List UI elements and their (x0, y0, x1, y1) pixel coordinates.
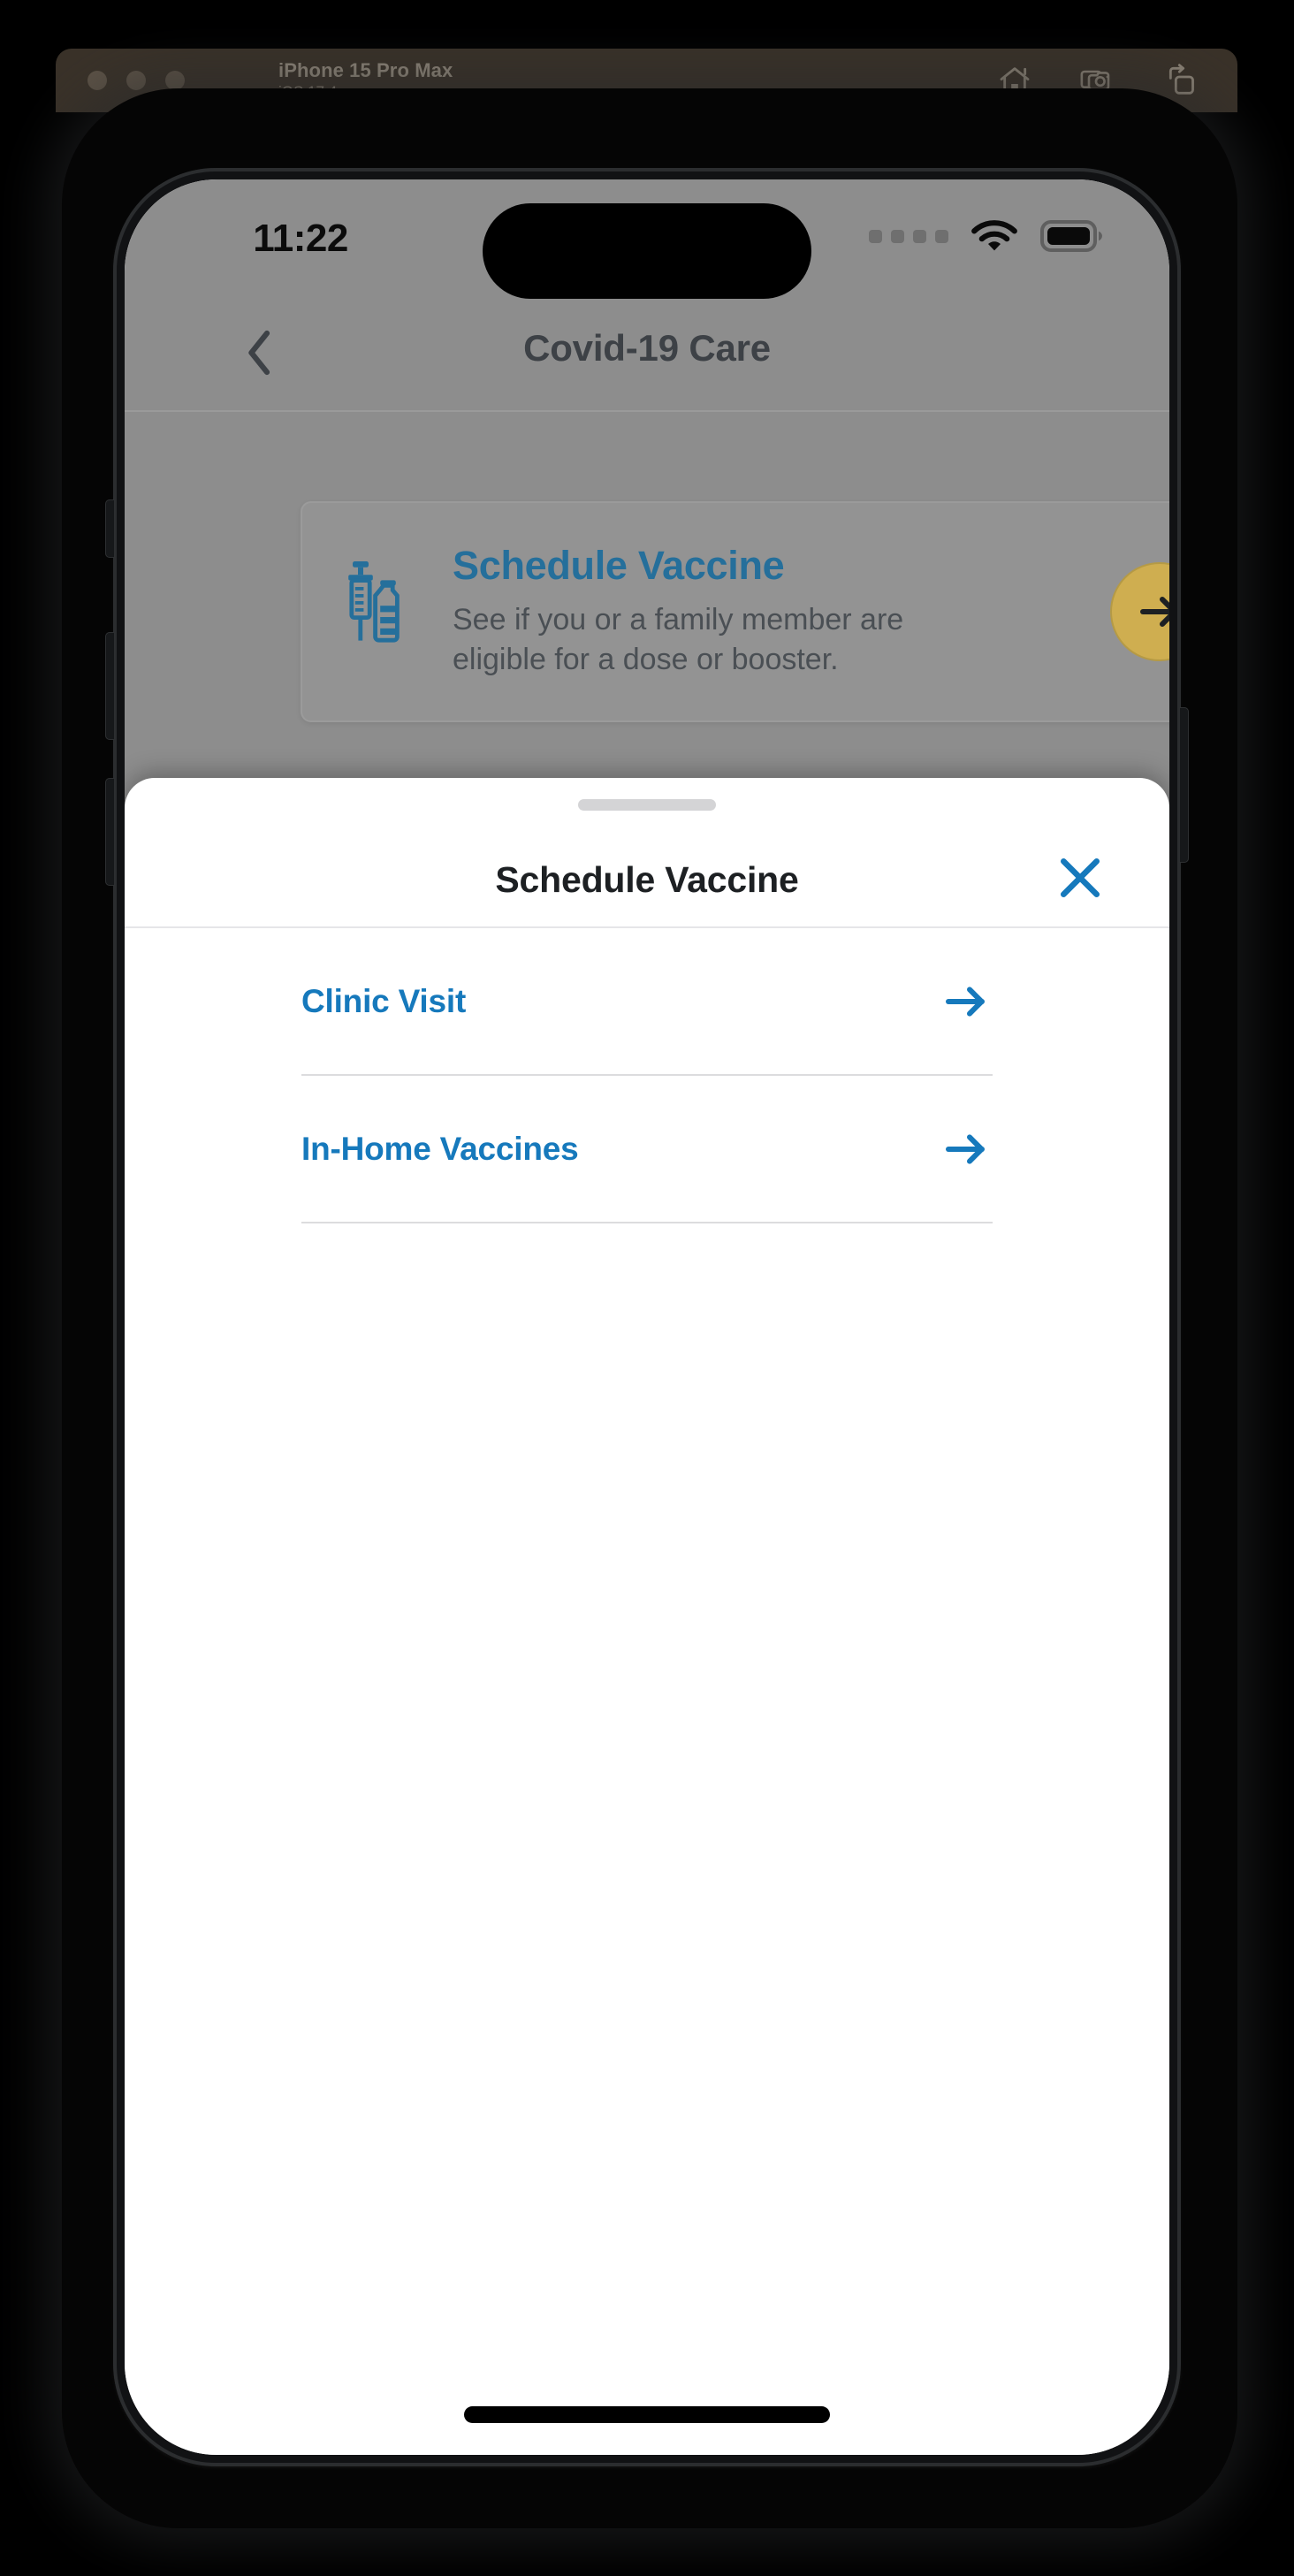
drag-handle[interactable] (578, 799, 716, 811)
arrow-right-icon[interactable] (940, 975, 993, 1028)
window-minimize-button[interactable] (126, 71, 146, 90)
window-controls (88, 71, 305, 90)
mute-switch[interactable] (105, 499, 115, 558)
window-close-button[interactable] (88, 71, 107, 90)
bottom-sheet-title: Schedule Vaccine (495, 859, 799, 900)
ios-status-bar: 11:22 (125, 179, 1169, 299)
battery-full-icon (1040, 220, 1102, 252)
list-item-label: In-Home Vaccines (301, 1130, 579, 1167)
app-nav-bar: Covid-19 Care (125, 284, 1169, 412)
window-maximize-button[interactable] (165, 71, 185, 90)
bottom-sheet-header: Schedule Vaccine (125, 778, 1169, 928)
list-item[interactable]: In-Home Vaccines (301, 1076, 993, 1223)
arrow-right-icon[interactable] (940, 1123, 993, 1176)
schedule-vaccine-card-texts: Schedule Vaccine See if you or a family … (437, 544, 1110, 680)
schedule-vaccine-card-title: Schedule Vaccine (453, 543, 785, 589)
list-item-label: Clinic Visit (301, 982, 467, 1019)
syringe-vial-icon (332, 554, 437, 669)
phone-screen: 11:22 Covid-19 Care Schedule Vaccine See… (125, 179, 1169, 2455)
cellular-signal-dots-icon (869, 229, 948, 243)
schedule-vaccine-options-list: Clinic Visit In-Home Vaccines (125, 928, 1169, 1223)
schedule-vaccine-card[interactable]: Schedule Vaccine See if you or a family … (301, 501, 1169, 722)
volume-down-button[interactable] (105, 778, 115, 886)
schedule-vaccine-bottom-sheet: Schedule Vaccine Clinic Visit In-Home Va… (125, 778, 1169, 2455)
arrow-right-icon[interactable] (1110, 562, 1169, 661)
simulator-device-name: iPhone 15 Pro Max (278, 58, 453, 81)
close-x-icon[interactable] (1053, 850, 1108, 905)
list-item[interactable]: Clinic Visit (301, 928, 993, 1076)
home-indicator-bar[interactable] (464, 2406, 830, 2423)
page-title: Covid-19 Care (523, 327, 771, 369)
status-bar-time: 11:22 (253, 217, 348, 260)
schedule-vaccine-card-description: See if you or a family member are eligib… (453, 602, 904, 676)
volume-up-button[interactable] (105, 632, 115, 740)
simulator-stage: iPhone 15 Pro Max iOS 17.4 (0, 0, 1294, 2576)
status-bar-indicators (869, 218, 1102, 254)
power-button[interactable] (1179, 707, 1189, 863)
wifi-icon (970, 218, 1019, 254)
rotate-device-icon[interactable] (1163, 63, 1199, 98)
